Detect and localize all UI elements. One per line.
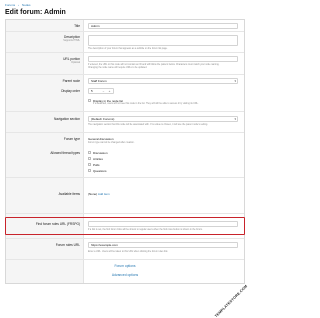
title-input[interactable]: Admin: [88, 23, 238, 29]
breadcrumb: Forums › Nodes: [5, 3, 33, 7]
url-portion-hint-2: Changing the node name will require URLs…: [88, 67, 148, 69]
thread-type-polls-label: Polls: [93, 163, 100, 167]
thread-type-articles-label: Articles: [93, 157, 103, 161]
forum-rules-url-input[interactable]: https://example.com: [88, 242, 238, 248]
thread-type-discussion-label: Discussion: [93, 151, 108, 155]
navigation-section-select[interactable]: (Default: Forums) ▾: [88, 116, 238, 122]
parent-node-select[interactable]: Staff Forum ▾: [88, 78, 238, 84]
stepper-plus-button[interactable]: +: [107, 89, 112, 93]
forum-type-value: General discussion: [88, 137, 114, 141]
divider: [6, 132, 244, 133]
display-order-value: 5: [91, 89, 93, 93]
highlight-annotation: [5, 217, 245, 235]
parent-node-value: Staff Forum: [91, 79, 107, 83]
edit-forum-form: Title Admin Description Supports HTML Th…: [5, 19, 245, 284]
advanced-options-toggle[interactable]: Advanced options: [5, 273, 245, 279]
forum-type-hint: Forum type cannot be changed after creat…: [88, 142, 135, 144]
breadcrumb-item-nodes[interactable]: Nodes: [22, 3, 31, 7]
stepper-minus-button[interactable]: −: [101, 89, 106, 93]
available-items-none: (None): [88, 192, 98, 196]
navigation-section-hint: The navigation section that this node wi…: [88, 124, 208, 126]
divider: [6, 259, 244, 260]
allowed-thread-types-label: Allowed thread types: [50, 151, 80, 155]
divider: [6, 177, 244, 178]
available-items-label: Available items: [58, 192, 80, 196]
forum-rules-url-label: Forum rules URL: [55, 243, 80, 247]
thread-type-questions-label: Questions: [93, 169, 107, 173]
navigation-section-label: Navigation section: [53, 117, 80, 121]
watermark-text: TEMPLATESTORE.COM: [213, 284, 248, 318]
add-item-link[interactable]: Add item: [98, 192, 110, 196]
navigation-section-value: (Default: Forums): [91, 117, 115, 121]
divider: [6, 111, 244, 112]
divider: [6, 74, 244, 75]
divider: [6, 213, 244, 214]
forum-type-label: Forum type: [63, 137, 80, 141]
forum-options-label: Forum options: [114, 264, 136, 268]
url-portion-input[interactable]: [88, 56, 238, 62]
thread-type-questions-checkbox[interactable]: [88, 169, 91, 172]
forum-options-toggle[interactable]: Forum options: [5, 264, 245, 270]
forum-rules-url-hint: Enter a URL. Users will be taken to this…: [88, 251, 169, 253]
divider: [6, 52, 244, 53]
breadcrumb-item-forums[interactable]: Forums: [5, 3, 15, 7]
chevron-down-icon: ▾: [234, 79, 236, 83]
description-textarea[interactable]: [88, 35, 238, 46]
page-title: Edit forum: Admin: [5, 9, 66, 16]
display-in-list-checkbox[interactable]: [88, 99, 91, 102]
thread-type-articles-checkbox[interactable]: [88, 157, 91, 160]
thread-type-polls-checkbox[interactable]: [88, 163, 91, 166]
display-order-label: Display order: [61, 89, 80, 93]
breadcrumb-separator: ›: [18, 3, 20, 7]
advanced-options-label: Advanced options: [111, 273, 139, 277]
url-portion-sublabel: Optional: [71, 61, 80, 64]
display-order-stepper[interactable]: 5 − +: [88, 88, 114, 94]
title-label: Title: [74, 24, 80, 28]
display-in-list-hint: If unselected, users will not see this n…: [93, 103, 199, 105]
url-portion-hint: If entered, the URL to this node will no…: [88, 64, 220, 66]
divider: [6, 31, 244, 32]
thread-type-discussion-checkbox[interactable]: [88, 151, 91, 154]
divider: [6, 238, 244, 239]
description-hint: The description of your forum that appea…: [88, 48, 168, 50]
chevron-down-icon: ▾: [234, 117, 236, 121]
description-sublabel: Supports HTML: [63, 39, 80, 42]
available-items-value: (None) Add item: [88, 192, 110, 196]
parent-node-label: Parent node: [62, 79, 80, 83]
